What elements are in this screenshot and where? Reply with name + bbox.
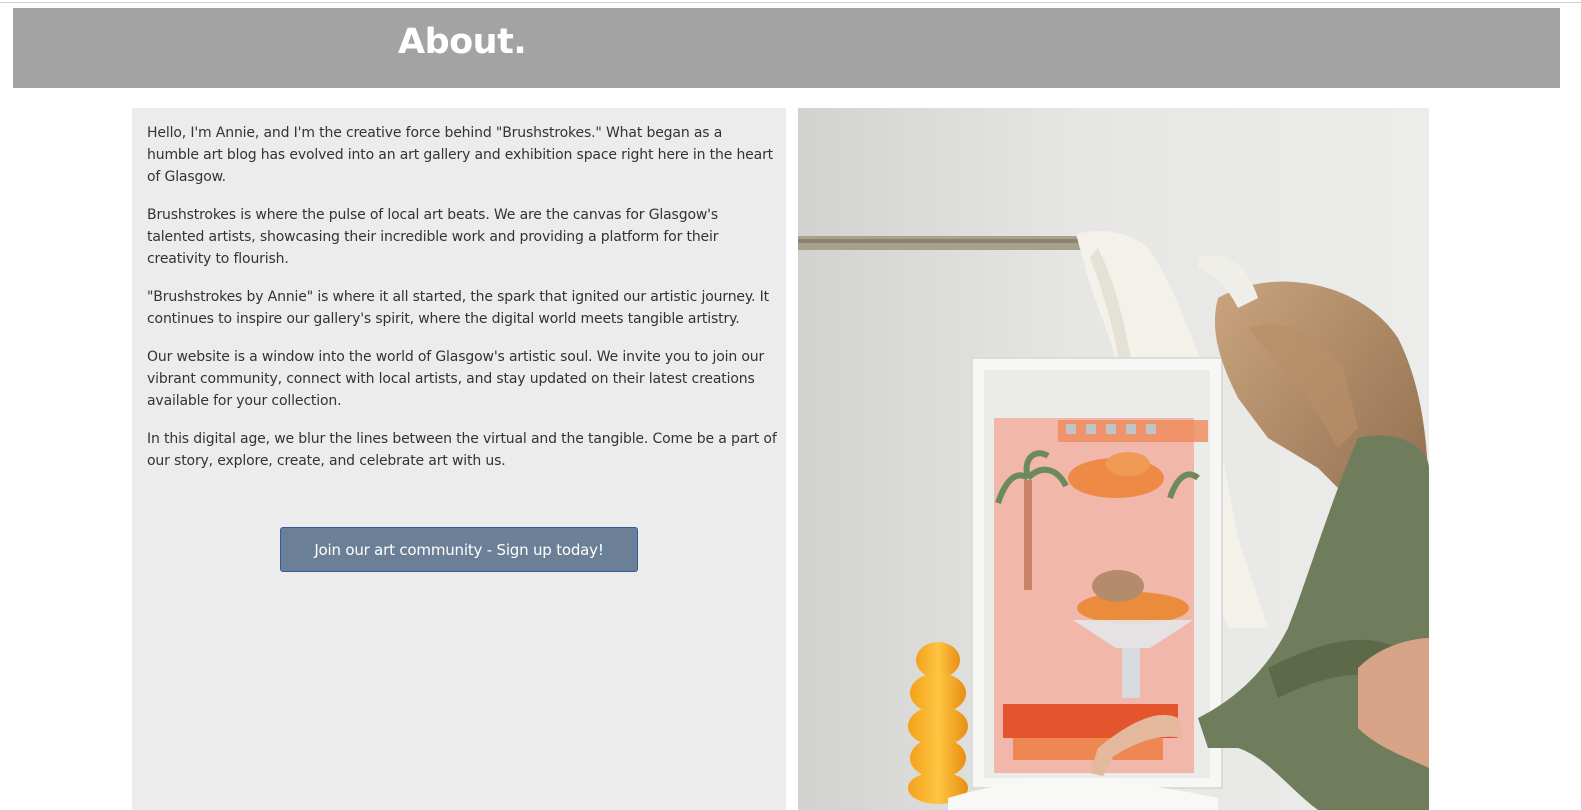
about-copy: Hello, I'm Annie, and I'm the creative f… — [147, 122, 777, 488]
about-photo — [798, 108, 1429, 810]
about-paragraph: In this digital age, we blur the lines b… — [147, 431, 777, 469]
page-header: About. — [13, 8, 1560, 88]
about-paragraph: "Brushstrokes by Annie" is where it all … — [147, 289, 769, 327]
about-paragraph: Hello, I'm Annie, and I'm the creative f… — [147, 125, 774, 185]
top-rule — [0, 2, 1581, 3]
page-title: About. — [398, 22, 527, 62]
about-paragraph: Our website is a window into the world o… — [147, 349, 765, 409]
signup-button[interactable]: Join our art community - Sign up today! — [280, 527, 638, 572]
about-paragraph: Brushstrokes is where the pulse of local… — [147, 207, 719, 267]
about-text-panel: Hello, I'm Annie, and I'm the creative f… — [132, 108, 786, 810]
